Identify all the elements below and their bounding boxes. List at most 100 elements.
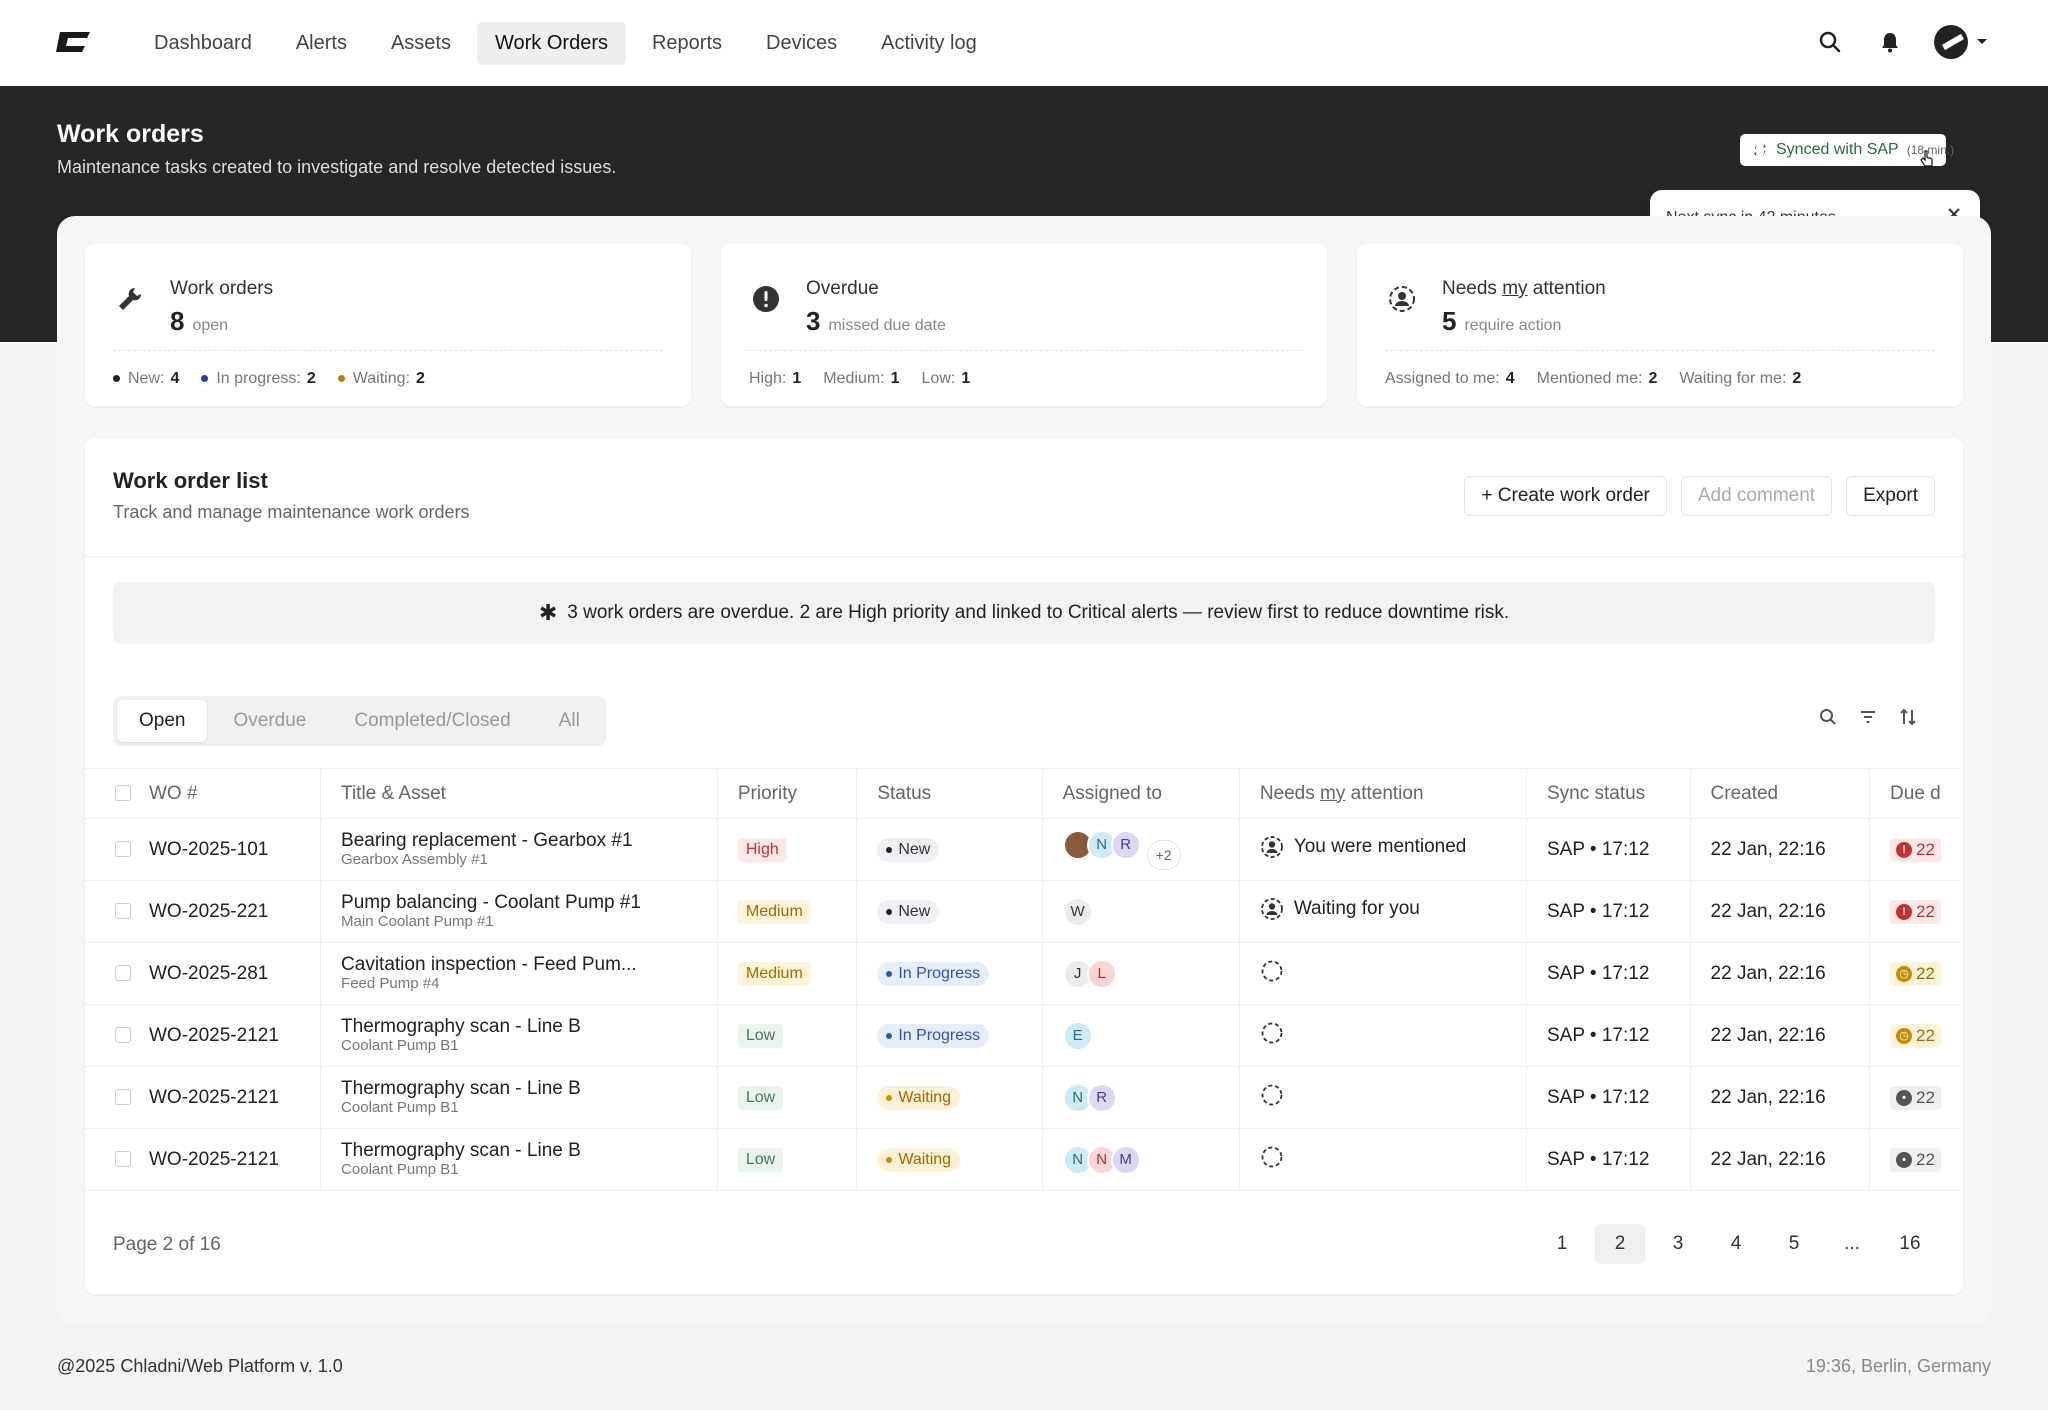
cell-assigned: NNM (1041, 1128, 1240, 1191)
cell-created: 22 Jan, 22:16 (1689, 880, 1870, 943)
select-all-checkbox[interactable] (115, 785, 131, 802)
page-5-button[interactable]: 5 (1769, 1224, 1819, 1264)
assignee-avatars[interactable]: NR (1062, 829, 1141, 860)
dashed-circle-icon (1261, 960, 1283, 981)
stat-value: 5 require action (1442, 306, 1562, 336)
stat-meta-value: 2 (1648, 370, 1658, 387)
sort-icon[interactable] (1899, 708, 1917, 726)
nav-item-devices[interactable]: Devices (748, 22, 855, 65)
table-row[interactable]: WO-2025-2121 Thermography scan - Line B Co… (85, 1128, 1961, 1191)
wo-asset: Coolant Pump B1 (341, 1037, 459, 1054)
nav-item-work-orders[interactable]: Work Orders (477, 22, 626, 65)
nav-item-reports[interactable]: Reports (634, 22, 740, 65)
table-row[interactable]: WO-2025-221 Pump balancing - Coolant Pump… (85, 880, 1961, 943)
cell-sync: SAP • 17:12 (1525, 1128, 1691, 1191)
footer-copyright: @2025 Chladni/Web Platform v. 1.0 (57, 1356, 343, 1376)
column-header-title[interactable]: Title & Asset (320, 768, 718, 819)
row-checkbox[interactable] (115, 1027, 131, 1044)
wo-title[interactable]: Bearing replacement - Gearbox #1 (341, 830, 697, 851)
wo-number[interactable]: WO-2025-2121 (149, 1149, 279, 1170)
app-logo[interactable] (56, 30, 92, 54)
bell-icon[interactable] (1874, 24, 1906, 60)
column-header-created[interactable]: Created (1689, 768, 1870, 819)
column-header-wo[interactable]: WO # (85, 768, 321, 819)
cell-title: Thermography scan - Line B Coolant Pump B… (320, 1004, 718, 1067)
column-header-status[interactable]: Status (856, 768, 1043, 819)
cell-assigned: W (1041, 880, 1240, 943)
nav-item-assets[interactable]: Assets (373, 22, 469, 65)
row-checkbox[interactable] (115, 1151, 131, 1168)
dashed-circle-icon (1261, 1146, 1283, 1167)
cell-attention (1238, 942, 1527, 1005)
sync-icon (1754, 143, 1766, 157)
tab-all[interactable]: All (537, 700, 602, 742)
column-header-due[interactable]: Due d (1869, 768, 1961, 819)
wrench-icon (115, 284, 145, 314)
work-order-table: WO # Title & Asset Priority Status Assig… (85, 768, 1961, 1191)
row-checkbox[interactable] (115, 965, 131, 982)
wo-title[interactable]: Pump balancing - Coolant Pump #1 (341, 892, 697, 913)
tab-open[interactable]: Open (117, 700, 208, 742)
search-icon[interactable] (1814, 24, 1846, 60)
table-row[interactable]: WO-2025-2121 Thermography scan - Line B Co… (85, 1004, 1961, 1067)
wo-title[interactable]: Thermography scan - Line B (341, 1140, 697, 1161)
status-label: Waiting (898, 1151, 952, 1168)
due-date: 22 (1916, 963, 1935, 983)
wo-title[interactable]: Thermography scan - Line B (341, 1016, 697, 1037)
tab-overdue[interactable]: Overdue (211, 700, 328, 742)
table-row[interactable]: WO-2025-101 Bearing replacement - Gearbox… (85, 818, 1961, 881)
column-header-attention[interactable]: Needs my attention (1238, 768, 1527, 819)
top-navigation: Dashboard Alerts Assets Work Orders Reports D… (0, 0, 2048, 86)
assignee-avatars[interactable]: NR (1062, 1082, 1117, 1113)
page-1-button[interactable]: 1 (1537, 1224, 1587, 1264)
sync-status-badge[interactable]: Synced with SAP (18 min.) (1740, 134, 1954, 167)
assignee-avatars[interactable]: NNM (1062, 1144, 1141, 1175)
wo-number[interactable]: WO-2025-101 (149, 839, 268, 860)
more-assignees-badge[interactable]: +2 (1146, 839, 1181, 870)
page-16-button[interactable]: 16 (1885, 1224, 1935, 1264)
assignee-avatars[interactable]: E (1062, 1020, 1093, 1051)
status-dot (886, 971, 893, 977)
row-checkbox[interactable] (115, 1089, 131, 1106)
table-row[interactable]: WO-2025-281 Cavitation inspection - Feed … (85, 942, 1961, 1005)
page-4-button[interactable]: 4 (1711, 1224, 1761, 1264)
column-header-priority[interactable]: Priority (716, 768, 857, 819)
export-button[interactable]: Export (1846, 476, 1935, 516)
user-menu[interactable] (1934, 25, 1988, 59)
cell-title: Bearing replacement - Gearbox #1 Gearbox … (320, 818, 718, 881)
assignee-avatars[interactable]: JL (1062, 958, 1117, 989)
wo-number[interactable]: WO-2025-2121 (149, 1087, 279, 1108)
wo-number[interactable]: WO-2025-221 (149, 901, 268, 922)
add-comment-button[interactable]: Add comment (1680, 476, 1833, 516)
page-ellipsis: ... (1844, 1233, 1860, 1254)
nav-item-alerts[interactable]: Alerts (278, 22, 365, 65)
nav-item-dashboard[interactable]: Dashboard (136, 22, 270, 65)
wo-number[interactable]: WO-2025-281 (149, 963, 268, 984)
cell-wo: WO-2025-2121 (85, 1066, 321, 1129)
row-checkbox[interactable] (115, 841, 131, 858)
wo-title[interactable]: Cavitation inspection - Feed Pum... (341, 954, 697, 975)
page-3-button[interactable]: 3 (1653, 1224, 1703, 1264)
status-label: New (898, 903, 931, 920)
nav-item-activity-log[interactable]: Activity log (863, 22, 995, 65)
page-2-button[interactable]: 2 (1595, 1224, 1645, 1264)
wo-number[interactable]: WO-2025-2121 (149, 1025, 279, 1046)
table-row[interactable]: WO-2025-2121 Thermography scan - Line B Co… (85, 1066, 1961, 1129)
row-checkbox[interactable] (115, 903, 131, 920)
tab-completed-closed[interactable]: Completed/Closed (332, 700, 532, 742)
person-circle-icon (1387, 284, 1417, 314)
due-badge: • 22 (1890, 1086, 1941, 1110)
filter-icon[interactable] (1859, 708, 1877, 726)
column-header-sync[interactable]: Sync status (1525, 768, 1691, 819)
dashed-circle-icon (1261, 1022, 1283, 1043)
due-badge: • 22 (1890, 1148, 1941, 1172)
search-icon[interactable] (1819, 708, 1837, 726)
cell-status: In Progress (856, 1004, 1043, 1067)
cell-created: 22 Jan, 22:16 (1689, 1128, 1870, 1191)
stat-meta-value: 1 (792, 370, 802, 387)
column-header-assigned[interactable]: Assigned to (1041, 768, 1240, 819)
assignee-avatars[interactable]: W (1062, 896, 1093, 927)
cell-due: • 22 (1869, 1128, 1961, 1191)
wo-title[interactable]: Thermography scan - Line B (341, 1078, 697, 1099)
create-work-order-button[interactable]: + Create work order (1464, 476, 1667, 516)
